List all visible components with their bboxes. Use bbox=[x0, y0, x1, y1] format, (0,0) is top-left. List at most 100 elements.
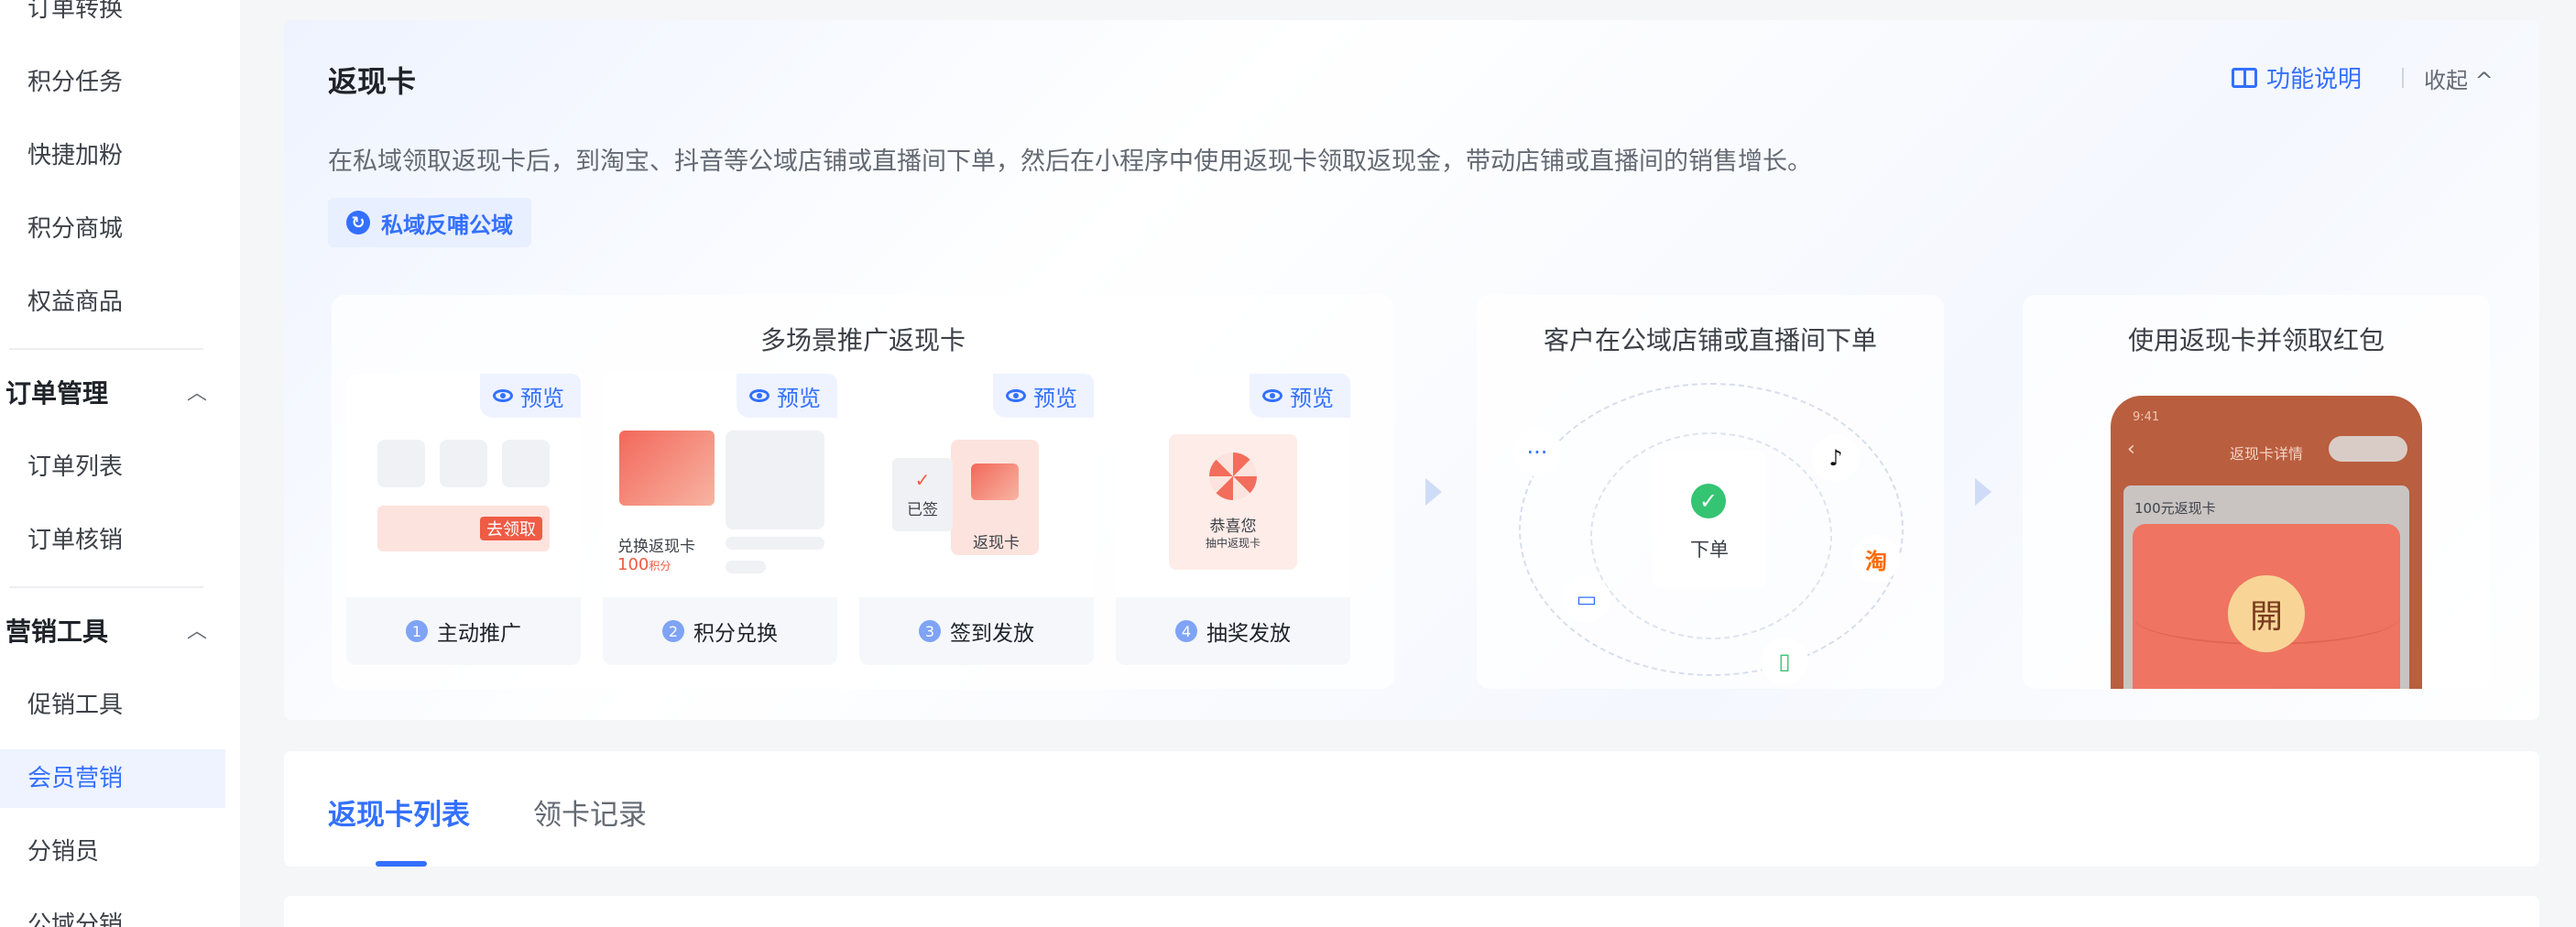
card-sheet: 100元返现卡 開 bbox=[2123, 485, 2409, 689]
sidebar-item-distributor[interactable]: 分销员 bbox=[27, 835, 99, 868]
scene-name: 抽奖发放 bbox=[1206, 622, 1291, 646]
collapse-button[interactable]: 收起 ^ bbox=[2424, 62, 2494, 94]
tab-claim-records[interactable]: 领卡记录 bbox=[533, 791, 647, 833]
preview-button[interactable]: 预览 bbox=[737, 374, 837, 418]
scene-active-promo: 去领取 预览 1 主动推广 bbox=[346, 374, 581, 665]
signed-label: 已签 bbox=[907, 501, 938, 519]
panel-title: 多场景推广返现卡 bbox=[759, 325, 966, 355]
congrats-text: 恭喜您 bbox=[1209, 518, 1257, 536]
flow-arrow-icon bbox=[1425, 478, 1446, 506]
page-title: 返现卡 bbox=[328, 64, 417, 99]
scene-points-exchange: 兑换返现卡 100积分 预览 2 积分兑换 bbox=[603, 374, 837, 665]
sidebar-item-order-list[interactable]: 订单列表 bbox=[27, 451, 123, 484]
private-to-public-tag: ↻ 私域反哺公域 bbox=[328, 198, 531, 247]
sidebar-item-points-task[interactable]: 积分任务 bbox=[27, 66, 123, 99]
eye-icon bbox=[1006, 389, 1026, 402]
phone-icon: ▯ bbox=[1761, 638, 1808, 685]
step-number: 2 bbox=[662, 620, 684, 642]
panel-title: 客户在公域店铺或直播间下单 bbox=[1543, 325, 1877, 355]
points-value: 100积分 bbox=[617, 555, 671, 574]
card-name: 兑换返现卡 bbox=[617, 538, 695, 556]
tab-cashback-list[interactable]: 返现卡列表 bbox=[328, 791, 470, 833]
lottery-card: 恭喜您 抽中返现卡 bbox=[1169, 434, 1297, 570]
divider bbox=[2402, 68, 2404, 88]
sidebar-item-order-convert[interactable]: 订单转换 bbox=[27, 0, 123, 26]
sidebar-divider bbox=[9, 348, 203, 350]
sidebar-group-order[interactable]: 订单管理 ︿ bbox=[5, 376, 207, 412]
phone-time: 9:41 bbox=[2133, 410, 2160, 424]
eye-icon bbox=[1262, 389, 1283, 402]
points-unit: 积分 bbox=[649, 560, 671, 573]
lottery-wheel-icon bbox=[1209, 453, 1257, 500]
placeholder-line bbox=[726, 537, 824, 550]
sidebar-item-public-distribution[interactable]: 公域分销 bbox=[27, 909, 123, 927]
cashback-card-image bbox=[619, 431, 715, 506]
eye-icon bbox=[493, 389, 513, 402]
red-envelope: 開 bbox=[2133, 524, 2400, 689]
preview-button[interactable]: 预览 bbox=[993, 374, 1094, 418]
flow-arrow-icon bbox=[1975, 478, 1995, 506]
douyin-icon: ♪ bbox=[1812, 434, 1860, 482]
checkin-box: ✓ 已签 bbox=[892, 458, 953, 531]
chevron-up-icon: ︿ bbox=[186, 620, 207, 643]
tag-label: 私域反哺公域 bbox=[381, 212, 513, 238]
placeholder-box bbox=[440, 440, 487, 487]
placeholder-box bbox=[377, 440, 425, 487]
sidebar-divider bbox=[9, 586, 203, 588]
panel-title: 使用返现卡并领取红包 bbox=[2127, 325, 2385, 355]
card-label: 100元返现卡 bbox=[2134, 500, 2216, 517]
order-card: ✓ 下单 bbox=[1653, 451, 1766, 588]
preview-button[interactable]: 预览 bbox=[480, 374, 581, 418]
order-label: 下单 bbox=[1690, 539, 1729, 561]
win-text: 抽中返现卡 bbox=[1205, 537, 1261, 550]
open-button: 開 bbox=[2228, 575, 2305, 652]
sidebar: 订单转换 积分任务 快捷加粉 积分商城 权益商品 订单管理 ︿ 订单列表 订单核… bbox=[0, 0, 240, 927]
scene-label: 1 主动推广 bbox=[346, 597, 581, 665]
public-order-panel: 客户在公域店铺或直播间下单 ✓ 下单 ··· ♪ 淘 ▭ ▯ bbox=[1477, 295, 1944, 689]
eye-icon bbox=[749, 389, 770, 402]
cashback-intro-card: 返现卡 功能说明 收起 ^ 在私域领取返现卡后，到淘宝、抖音等公域店铺或直播间下… bbox=[284, 20, 2539, 720]
feature-help-link[interactable]: 功能说明 bbox=[2232, 60, 2362, 94]
preview-label: 预览 bbox=[1033, 385, 1077, 411]
page-description: 在私域领取返现卡后，到淘宝、抖音等公域店铺或直播间下单，然后在小程序中使用返现卡… bbox=[328, 147, 1812, 176]
sidebar-group-marketing[interactable]: 营销工具 ︿ bbox=[5, 614, 207, 650]
step-number: 1 bbox=[406, 620, 428, 642]
preview-label: 预览 bbox=[1290, 385, 1334, 411]
sidebar-item-order-verify[interactable]: 订单核销 bbox=[27, 524, 123, 557]
check-circle-icon: ✓ bbox=[1691, 484, 1726, 518]
preview-button[interactable]: 预览 bbox=[1250, 374, 1350, 418]
miniapp-capsule-icon bbox=[2329, 436, 2407, 462]
scene-checkin: 返现卡 ✓ 已签 预览 3 签到发放 bbox=[859, 374, 1094, 665]
tabs-bar: 返现卡列表 领卡记录 bbox=[284, 751, 2539, 867]
placeholder-box bbox=[726, 431, 824, 529]
sidebar-item-points-mall[interactable]: 积分商城 bbox=[27, 213, 123, 245]
points-number: 100 bbox=[617, 555, 649, 574]
scene-name: 签到发放 bbox=[950, 622, 1034, 646]
sidebar-item-benefit-goods[interactable]: 权益商品 bbox=[27, 286, 123, 319]
taobao-icon: 淘 bbox=[1852, 535, 1900, 583]
phone-mockup: 9:41 ‹ 返现卡详情 100元返现卡 開 bbox=[2111, 396, 2422, 689]
placeholder-line bbox=[726, 561, 766, 573]
claim-button: 去领取 bbox=[480, 517, 542, 540]
scene-label: 2 积分兑换 bbox=[603, 597, 837, 665]
scene-name: 主动推广 bbox=[437, 622, 521, 646]
redeem-redpacket-panel: 使用返现卡并领取红包 9:41 ‹ 返现卡详情 100元返现卡 開 bbox=[2023, 295, 2490, 689]
book-icon bbox=[2232, 67, 2257, 88]
feature-help-label: 功能说明 bbox=[2266, 66, 2363, 93]
sidebar-item-promo-tools[interactable]: 促销工具 bbox=[27, 689, 123, 722]
active-tab-indicator bbox=[376, 861, 427, 867]
sidebar-group-label: 营销工具 bbox=[5, 616, 109, 647]
placeholder-box bbox=[502, 440, 550, 487]
more-icon: ··· bbox=[1513, 429, 1561, 476]
chevron-up-icon: ︿ bbox=[186, 382, 207, 405]
sidebar-group-label: 订单管理 bbox=[5, 378, 109, 409]
preview-label: 预览 bbox=[520, 385, 564, 411]
sidebar-item-member-marketing[interactable]: 会员营销 bbox=[0, 749, 225, 808]
content-card bbox=[284, 896, 2539, 927]
scene-label: 3 签到发放 bbox=[859, 597, 1094, 665]
step-number: 4 bbox=[1175, 620, 1197, 642]
sidebar-item-quick-follow[interactable]: 快捷加粉 bbox=[27, 139, 123, 172]
scene-name: 积分兑换 bbox=[693, 622, 778, 646]
promo-scenes-panel: 多场景推广返现卡 去领取 预览 1 主动推广 兑换返现卡 100积分 预览 2 … bbox=[332, 295, 1394, 689]
cashback-card-image bbox=[971, 464, 1019, 500]
